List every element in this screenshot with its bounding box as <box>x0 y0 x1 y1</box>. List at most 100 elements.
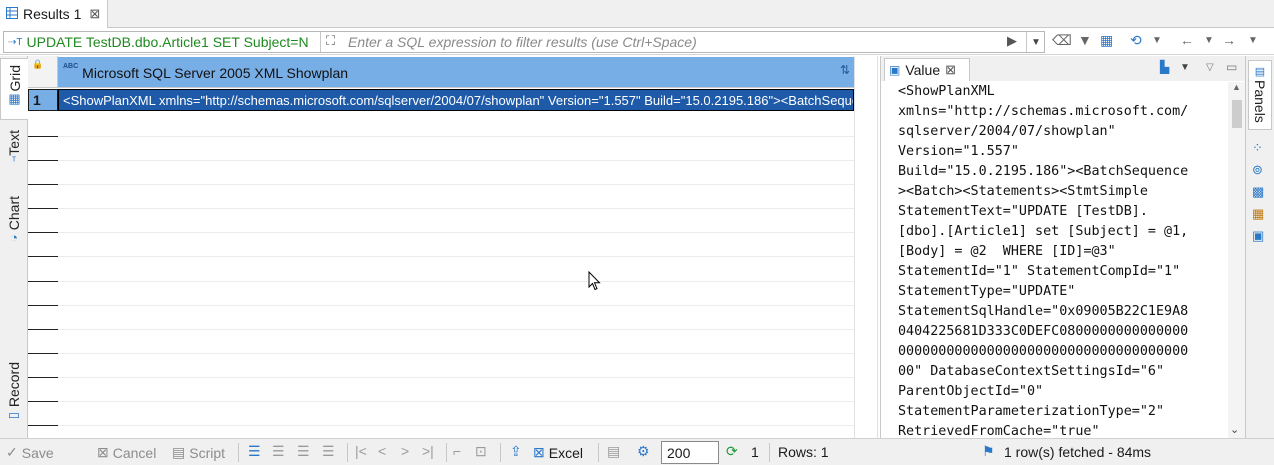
value-text[interactable]: <ShowPlanXML xmlns="http://schemas.micros… <box>898 82 1224 438</box>
chevron-down-icon[interactable]: ▼ <box>1248 35 1258 46</box>
grid-corner: 🔒 <box>28 56 58 88</box>
bottom-toolbar: ✓ Save ⊠ Cancel ▤ Script ☰ ☰ ☰ ☰ |< < > … <box>0 438 1274 465</box>
tab-results-1[interactable]: Results 1 ⊠ <box>0 0 108 28</box>
results-grid: 🔒 ABC Microsoft SQL Server 2005 XML Show… <box>28 56 878 438</box>
save-filter-icon[interactable]: ▦ <box>1100 32 1113 49</box>
row-separator <box>58 160 854 161</box>
calculator-icon[interactable]: ⊚ <box>1252 162 1263 178</box>
active-query[interactable]: ⇢T UPDATE TestDB.dbo.Article1 SET Subjec… <box>8 34 309 50</box>
forward-icon[interactable]: → <box>1222 32 1236 48</box>
row-separator <box>58 208 854 209</box>
value-scrollbar[interactable]: ▲ ⌄ <box>1228 82 1245 438</box>
value-panel-header: ▣ Value ⊠ ▙ ▼ ▽ ▭ <box>881 56 1246 81</box>
filter-history-dropdown[interactable]: ▼ <box>1026 32 1045 52</box>
row-separator <box>28 136 58 137</box>
value-line: <ShowPlanXML <box>898 84 995 99</box>
value-line: 000000000000000000000000000000000000 <box>898 344 1189 359</box>
apply-filter-icon[interactable]: ▶ <box>1007 33 1017 49</box>
tab-grid[interactable]: Grid ▦ <box>0 58 28 120</box>
mouse-cursor-icon <box>588 271 601 291</box>
script-button[interactable]: ▤ Script <box>172 444 225 461</box>
expand-icon[interactable]: ⛶ <box>326 33 335 49</box>
save-button[interactable]: ✓ Save <box>6 444 54 461</box>
scroll-up-icon[interactable]: ▲ <box>1232 82 1241 92</box>
tab-value[interactable]: ▣ Value ⊠ <box>884 58 970 81</box>
first-page-icon[interactable]: |< <box>355 443 367 459</box>
close-tab-icon[interactable]: ⊠ <box>89 6 100 22</box>
value-line: StatementParameterizationType="2" <box>898 404 1165 419</box>
row-separator <box>58 256 854 257</box>
tab-chart[interactable]: Chart ◔ <box>0 196 28 258</box>
filter-input[interactable]: Enter a SQL expression to filter results… <box>348 34 697 50</box>
last-page-icon[interactable]: >| <box>422 443 434 459</box>
value-line: StatementSqlHandle="0x09005B22C1E9A8 <box>898 304 1189 319</box>
value-line: xmlns="http://schemas.microsoft.com/ <box>898 104 1189 119</box>
scroll-thumb[interactable] <box>1232 100 1242 128</box>
row-separator <box>58 305 854 306</box>
cancel-button[interactable]: ⊠ Cancel <box>97 444 156 461</box>
tab-record[interactable]: Record ▭ <box>0 362 28 436</box>
text-icon: ᵀ <box>11 155 17 167</box>
value-viewer-icon[interactable]: ▣ <box>1252 228 1264 244</box>
excel-button[interactable]: ⊠ Excel <box>533 444 583 461</box>
column-divider <box>877 56 878 438</box>
save-label: Save <box>21 444 54 461</box>
row-separator <box>58 377 854 378</box>
column-header[interactable]: ABC Microsoft SQL Server 2005 XML Showpl… <box>58 57 854 88</box>
link-icon[interactable]: ⟲ <box>1130 32 1142 49</box>
copy-row-icon[interactable]: ☰ <box>297 443 310 460</box>
sort-filter-icon[interactable]: ⇅ <box>840 63 850 77</box>
metadata-icon[interactable]: ⁘ <box>1252 140 1263 156</box>
divider <box>598 443 599 462</box>
pie-chart-icon: ◔ <box>10 230 18 246</box>
fetch-size-input[interactable]: 200 <box>661 441 719 464</box>
excel-icon: ⊠ <box>533 444 545 460</box>
filter-bar: ⇢T UPDATE TestDB.dbo.Article1 SET Subjec… <box>0 28 1274 55</box>
divider <box>347 443 348 462</box>
export-icon[interactable]: ⇪ <box>510 443 522 460</box>
tab-record-label: Record <box>6 362 22 408</box>
row-separator <box>28 184 58 185</box>
chevron-down-icon[interactable]: ▼ <box>1204 35 1214 46</box>
row-number[interactable]: 1 <box>28 89 58 111</box>
fetch-next-icon[interactable]: ⌐ <box>453 443 461 459</box>
filter-settings-icon[interactable]: ▼ <box>1078 32 1092 48</box>
scroll-down-icon[interactable]: ⌄ <box>1230 423 1239 436</box>
references-icon[interactable]: ▦ <box>1252 206 1264 222</box>
panel-toggle-icon[interactable]: ▤ <box>607 443 620 460</box>
chevron-down-icon[interactable]: ▼ <box>1180 62 1190 73</box>
add-row-icon[interactable]: ☰ <box>272 443 285 460</box>
row-separator <box>58 232 854 233</box>
table-icon <box>6 6 18 22</box>
row-separator <box>28 305 58 306</box>
view-menu-icon[interactable]: ▽ <box>1206 62 1214 73</box>
row-separator <box>28 160 58 161</box>
minimize-icon[interactable]: ▭ <box>1226 60 1237 74</box>
divider <box>238 443 239 462</box>
tab-grid-label: Grid <box>6 65 23 92</box>
query-text: UPDATE TestDB.dbo.Article1 SET Subject=N <box>26 34 309 50</box>
refresh-icon[interactable]: ⟳ <box>726 443 738 460</box>
delete-row-icon[interactable]: ☰ <box>322 443 335 460</box>
panels-tab[interactable]: ▤ Panels <box>1248 60 1272 130</box>
grouping-icon[interactable]: ▩ <box>1252 184 1264 200</box>
table-cell[interactable]: <ShowPlanXML xmlns="http://schemas.micro… <box>58 89 854 111</box>
close-value-icon[interactable]: ⊠ <box>945 62 956 78</box>
value-line: 0404225681D333C0DEFC0800000000000000 <box>898 324 1189 339</box>
next-page-icon[interactable]: > <box>401 443 409 459</box>
clear-filter-icon[interactable]: ⌫ <box>1052 32 1072 49</box>
chevron-down-icon[interactable]: ▼ <box>1152 35 1162 46</box>
tab-text[interactable]: Text ᵀ <box>0 130 28 186</box>
content-viewer-icon[interactable]: ▙ <box>1160 60 1169 74</box>
value-line: 00" DatabaseContextSettingsId="6" <box>898 364 1165 379</box>
back-icon[interactable]: ← <box>1180 32 1194 48</box>
cancel-icon: ⊠ <box>97 444 109 460</box>
row-separator <box>28 281 58 282</box>
previous-page-icon[interactable]: < <box>378 443 386 459</box>
fetch-all-icon[interactable]: ⊡ <box>475 443 487 460</box>
edit-row-icon[interactable]: ☰ <box>248 443 261 460</box>
string-type-icon: ABC <box>63 63 79 70</box>
status-icon: ⚑ <box>982 443 995 459</box>
gear-icon[interactable]: ⚙ <box>637 443 650 460</box>
value-panel: ▣ Value ⊠ ▙ ▼ ▽ ▭ <ShowPlanXML xmlns="htt… <box>880 56 1246 438</box>
